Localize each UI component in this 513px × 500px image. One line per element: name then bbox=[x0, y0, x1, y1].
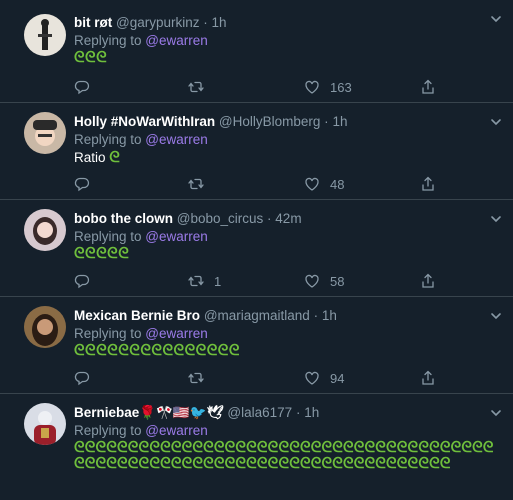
share-icon bbox=[422, 273, 434, 288]
retweet-icon bbox=[188, 372, 204, 384]
tweet[interactable]: Berniebae🌹🎌🇺🇸🐦🕊 @lala6177 · 1h Replying … bbox=[0, 394, 513, 500]
separator-dot: · bbox=[313, 308, 319, 323]
tweet-text: ᘓᘓᘓᘓᘓᘓᘓᘓᘓᘓᘓᘓᘓᘓᘓ bbox=[74, 342, 240, 359]
replying-to: Replying to @ewarren bbox=[74, 422, 483, 440]
mention-link[interactable]: @ewarren bbox=[145, 326, 207, 341]
chevron-down-icon[interactable] bbox=[489, 115, 503, 129]
reply-button[interactable] bbox=[74, 369, 90, 387]
share-icon bbox=[422, 79, 434, 94]
like-button[interactable]: 58 bbox=[304, 272, 344, 290]
retweet-button[interactable] bbox=[188, 175, 214, 193]
share-button[interactable] bbox=[420, 272, 436, 290]
tweet-text: ᘓᘓᘓᘓᘓᘓᘓᘓᘓᘓᘓᘓᘓᘓᘓᘓᘓᘓᘓᘓᘓᘓᘓᘓᘓᘓᘓᘓᘓᘓᘓᘓᘓᘓᘓᘓᘓᘓᘓᘓ… bbox=[74, 439, 494, 472]
reply-icon bbox=[74, 177, 90, 192]
mention-link[interactable]: @ewarren bbox=[145, 229, 207, 244]
mention-link[interactable]: @ewarren bbox=[145, 423, 207, 438]
author-name[interactable]: Mexican Bernie Bro bbox=[74, 308, 200, 323]
tweet-text: ᘓᘓᘓ bbox=[74, 49, 108, 66]
tweet-text: ᘓᘓᘓᘓᘓ bbox=[74, 245, 130, 262]
timestamp[interactable]: 1h bbox=[304, 405, 319, 420]
emoji: ᘓ bbox=[109, 149, 121, 166]
retweet-button[interactable] bbox=[188, 369, 214, 387]
reply-button[interactable] bbox=[74, 175, 90, 193]
author-handle[interactable]: @garypurkinz bbox=[116, 15, 200, 30]
like-button[interactable]: 163 bbox=[304, 78, 352, 96]
reply-icon bbox=[74, 371, 90, 386]
separator-dot: · bbox=[203, 15, 208, 30]
replying-to-label: Replying to bbox=[74, 132, 146, 147]
replying-to: Replying to @ewarren bbox=[74, 325, 483, 343]
heart-icon bbox=[305, 80, 319, 94]
retweet-icon bbox=[188, 275, 204, 287]
author-handle[interactable]: @lala6177 bbox=[227, 405, 292, 420]
retweet-icon bbox=[188, 81, 204, 93]
replying-to-label: Replying to bbox=[74, 326, 146, 341]
reply-feed: bit røt @garypurkinz · 1h Replying to @e… bbox=[0, 0, 513, 500]
like-count: 58 bbox=[330, 273, 345, 289]
separator-dot: · bbox=[267, 211, 272, 226]
author-name[interactable]: Holly #NoWarWithIran bbox=[74, 114, 215, 129]
tweet[interactable]: bobo the clown @bobo_circus · 42m Replyi… bbox=[0, 200, 513, 297]
like-count: 48 bbox=[330, 176, 345, 192]
heart-icon bbox=[305, 177, 319, 191]
replying-to: Replying to @ewarren bbox=[74, 32, 483, 50]
tweet-text: Ratio ᘓ bbox=[74, 149, 121, 166]
separator-dot: · bbox=[324, 114, 329, 129]
heart-icon bbox=[305, 371, 319, 385]
timestamp[interactable]: 42m bbox=[275, 211, 301, 226]
timestamp[interactable]: 1h bbox=[322, 308, 337, 323]
tweet[interactable]: Holly #NoWarWithIran @HollyBlomberg · 1h… bbox=[0, 103, 513, 200]
retweet-button[interactable]: 1 bbox=[188, 272, 221, 290]
retweet-count: 1 bbox=[214, 273, 222, 289]
share-button[interactable] bbox=[420, 369, 436, 387]
chevron-down-icon[interactable] bbox=[489, 406, 503, 420]
author-handle[interactable]: @bobo_circus bbox=[177, 211, 264, 226]
author-name[interactable]: bit røt bbox=[74, 15, 112, 30]
mention-link[interactable]: @ewarren bbox=[145, 33, 207, 48]
reply-button[interactable] bbox=[74, 272, 90, 290]
retweet-button[interactable] bbox=[188, 78, 214, 96]
tweet[interactable]: bit røt @garypurkinz · 1h Replying to @e… bbox=[0, 0, 513, 103]
tweet[interactable]: Mexican Bernie Bro @mariagmaitland · 1h … bbox=[0, 297, 513, 394]
replying-to: Replying to @ewarren bbox=[74, 228, 483, 246]
timestamp[interactable]: 1h bbox=[212, 15, 227, 30]
share-button[interactable] bbox=[420, 175, 436, 193]
reply-button[interactable] bbox=[74, 78, 90, 96]
avatar[interactable] bbox=[24, 14, 66, 56]
separator-dot: · bbox=[295, 405, 301, 420]
reply-icon bbox=[74, 80, 90, 95]
share-icon bbox=[422, 370, 434, 385]
like-button[interactable]: 94 bbox=[304, 369, 344, 387]
replying-to-label: Replying to bbox=[74, 229, 146, 244]
avatar[interactable] bbox=[24, 112, 66, 154]
mention-link[interactable]: @ewarren bbox=[145, 132, 207, 147]
author-handle[interactable]: @HollyBlomberg bbox=[219, 114, 321, 129]
chevron-down-icon[interactable] bbox=[489, 212, 503, 226]
chevron-down-icon[interactable] bbox=[489, 12, 503, 26]
replying-to-label: Replying to bbox=[74, 33, 146, 48]
replying-to: Replying to @ewarren bbox=[74, 131, 483, 149]
like-button[interactable]: 48 bbox=[304, 175, 344, 193]
avatar[interactable] bbox=[24, 209, 66, 251]
share-icon bbox=[422, 176, 434, 191]
like-count: 94 bbox=[330, 370, 345, 386]
timestamp[interactable]: 1h bbox=[332, 114, 347, 129]
retweet-icon bbox=[188, 178, 204, 190]
avatar[interactable] bbox=[24, 403, 66, 445]
author-name[interactable]: bobo the clown bbox=[74, 211, 173, 226]
heart-icon bbox=[305, 274, 319, 288]
author-name[interactable]: Berniebae🌹🎌🇺🇸🐦🕊 bbox=[74, 405, 224, 420]
author-handle[interactable]: @mariagmaitland bbox=[204, 308, 310, 323]
like-count: 163 bbox=[330, 79, 352, 95]
replying-to-label: Replying to bbox=[74, 423, 146, 438]
reply-icon bbox=[74, 274, 90, 289]
avatar[interactable] bbox=[24, 306, 66, 348]
chevron-down-icon[interactable] bbox=[489, 309, 503, 323]
share-button[interactable] bbox=[420, 78, 436, 96]
